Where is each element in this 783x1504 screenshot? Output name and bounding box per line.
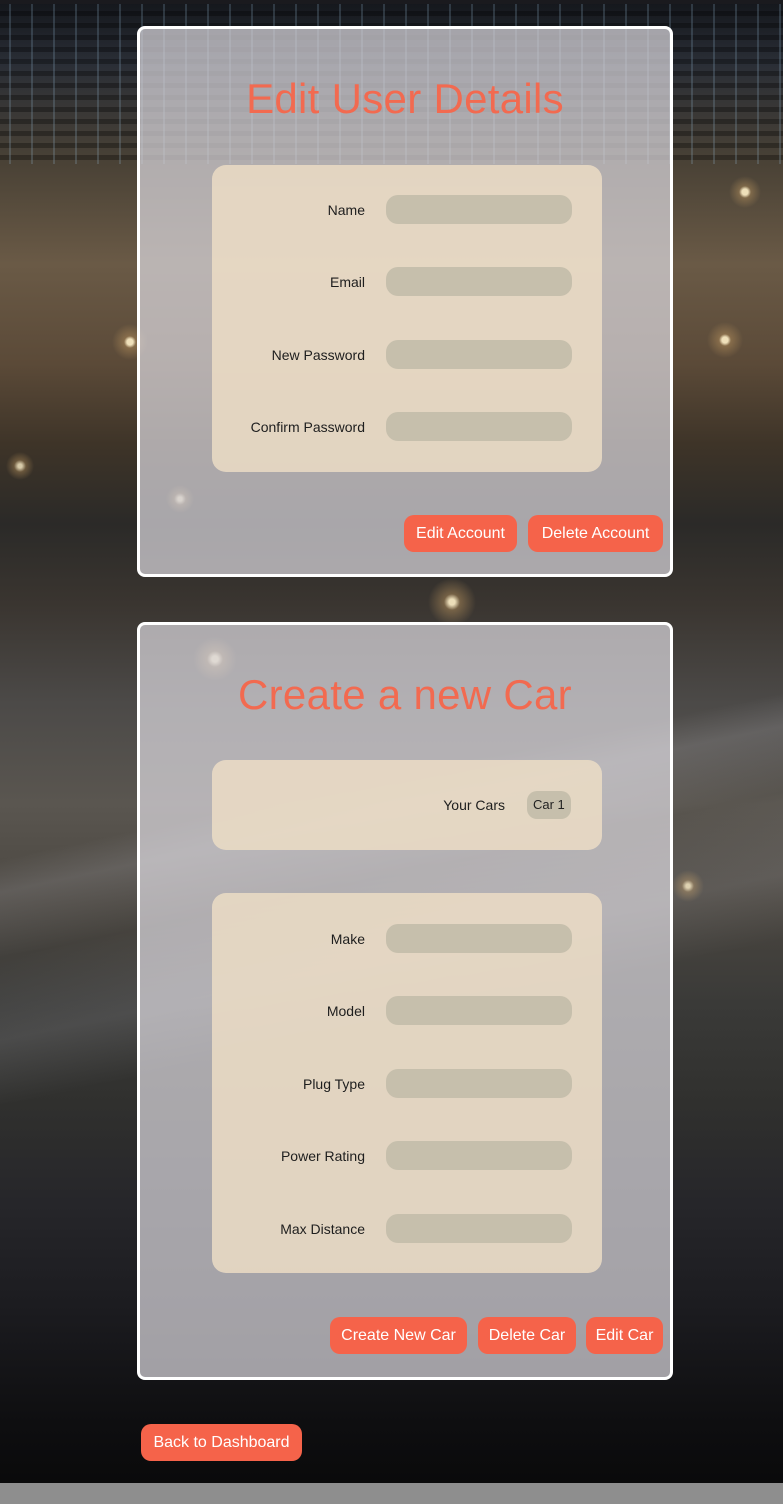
edit-user-card: Edit User Details Name Email New Passwor…	[137, 26, 673, 577]
plug-type-row: Plug Type	[212, 1069, 602, 1099]
plug-type-label: Plug Type	[302, 1076, 365, 1092]
your-cars-label: Your Cars	[443, 797, 505, 813]
create-new-car-button[interactable]: Create New Car	[330, 1317, 467, 1354]
delete-account-button[interactable]: Delete Account	[528, 515, 663, 552]
delete-car-button[interactable]: Delete Car	[478, 1317, 576, 1354]
email-row: Email	[212, 267, 602, 297]
new-password-label: New Password	[271, 347, 365, 363]
name-field[interactable]	[386, 195, 572, 224]
edit-car-button[interactable]: Edit Car	[586, 1317, 663, 1354]
power-rating-row: Power Rating	[212, 1141, 602, 1171]
user-form-panel: Name Email New Password Confirm Password	[212, 165, 602, 472]
name-label: Name	[327, 202, 365, 218]
back-to-dashboard-button[interactable]: Back to Dashboard	[141, 1424, 302, 1461]
confirm-password-field[interactable]	[386, 412, 572, 441]
email-field[interactable]	[386, 267, 572, 296]
name-row: Name	[212, 195, 602, 225]
edit-user-title: Edit User Details	[246, 75, 564, 122]
make-label: Make	[330, 931, 365, 947]
max-distance-field[interactable]	[386, 1214, 572, 1243]
model-label: Model	[326, 1003, 365, 1019]
max-distance-label: Max Distance	[280, 1221, 365, 1237]
create-car-title: Create a new Car	[238, 671, 572, 718]
create-car-card: Create a new Car Your Cars Car 1 Make Mo…	[137, 622, 673, 1380]
make-row: Make	[212, 924, 602, 954]
car-select-chip[interactable]: Car 1	[527, 791, 571, 819]
new-password-row: New Password	[212, 340, 602, 370]
max-distance-row: Max Distance	[212, 1214, 602, 1244]
email-label: Email	[329, 274, 365, 290]
plug-type-field[interactable]	[386, 1069, 572, 1098]
confirm-password-label: Confirm Password	[250, 419, 365, 435]
confirm-password-row: Confirm Password	[212, 412, 602, 442]
car-form-panel: Make Model Plug Type Power Rating Max Di…	[212, 893, 602, 1273]
your-cars-panel: Your Cars Car 1	[212, 760, 602, 850]
bottom-bar	[0, 1483, 783, 1504]
make-field[interactable]	[386, 924, 572, 953]
model-field[interactable]	[386, 996, 572, 1025]
model-row: Model	[212, 996, 602, 1026]
power-rating-label: Power Rating	[280, 1148, 365, 1164]
new-password-field[interactable]	[386, 340, 572, 369]
edit-account-button[interactable]: Edit Account	[404, 515, 517, 552]
power-rating-field[interactable]	[386, 1141, 572, 1170]
